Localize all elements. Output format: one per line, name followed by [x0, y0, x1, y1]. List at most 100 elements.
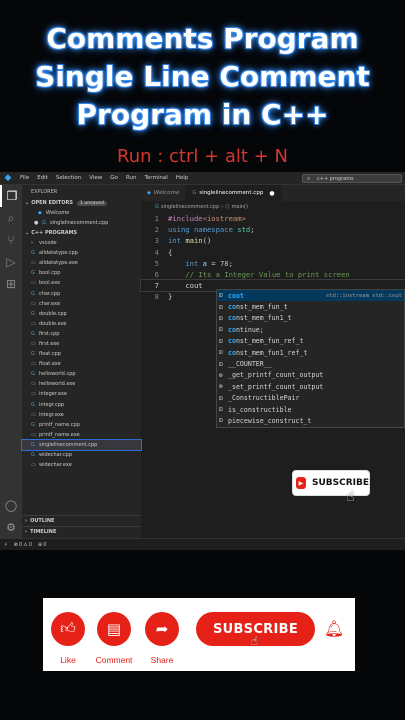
cpp-file-icon: G — [31, 250, 35, 257]
search-icon[interactable]: ⌕ — [0, 207, 22, 229]
explorer-icon[interactable]: ❐ — [0, 185, 22, 207]
menu-go[interactable]: Go — [106, 175, 122, 181]
file-tree-item[interactable]: ▭ first.exe — [22, 339, 141, 349]
run-debug-icon[interactable]: ▷ — [0, 251, 22, 273]
open-editor-welcome[interactable]: ◆ Welcome — [22, 208, 141, 218]
code-line[interactable]: 1 #include <iostream> — [141, 213, 405, 224]
suggestion-item[interactable]: ⊡ const_mem_fun1_t — [217, 313, 404, 324]
line-number: 2 — [154, 225, 159, 235]
suggestion-item[interactable]: ⊡ continue; — [217, 324, 404, 335]
suggestion-item[interactable]: ⊡ __COUNTER__ — [217, 358, 404, 369]
file-name: helloworld.cpp — [39, 371, 76, 378]
suggestion-item[interactable]: ⊡ is_constructible — [217, 404, 404, 415]
explorer-sidebar: EXPLORER ⌄ OPEN EDITORS 1 unsaved ◆ Welc… — [21, 185, 142, 538]
remote-icon[interactable]: ⚡ — [4, 542, 8, 548]
file-tree-item[interactable]: ▭ printf_name.exe — [22, 430, 141, 440]
extensions-icon[interactable]: ⊞ — [0, 273, 22, 295]
symbol-icon: ⊡ — [219, 292, 223, 300]
code-token: namespace — [193, 225, 233, 235]
account-icon[interactable]: ◯ — [0, 494, 22, 516]
suggestion-item[interactable]: ⊡ piecewise_construct_t — [217, 415, 404, 426]
file-tree-item[interactable]: ▭ integr.exe — [22, 410, 141, 420]
file-tree-item[interactable]: Gchar.cpp — [22, 288, 141, 298]
code-line[interactable]: 6 // Its a Integer Value to print screen — [141, 269, 405, 280]
menu-terminal[interactable]: Terminal — [140, 175, 171, 181]
file-tree-item[interactable]: ▭ char.exe — [22, 299, 141, 309]
suggestion-item[interactable]: ⚙ _get_printf_count_output — [217, 370, 404, 381]
code-line[interactable]: 5 int a = 78; — [141, 258, 405, 269]
share-arrow-icon: ➦ — [155, 621, 169, 638]
file-tree-item[interactable]: ▭ integer.exe — [22, 389, 141, 399]
tab-singlelinecomment[interactable]: G singlelinecomment.cpp ● — [186, 185, 282, 201]
folder-section[interactable]: ⌄ C++ PROGRAMS — [22, 228, 141, 238]
menu-run[interactable]: Run — [122, 175, 141, 181]
cpp-file-icon: G — [31, 310, 35, 317]
code-line[interactable]: 3 int main() — [141, 235, 405, 246]
file-tree-item[interactable]: Gintegr.cpp — [22, 400, 141, 410]
tab-welcome[interactable]: ◆ Welcome — [141, 185, 187, 201]
file-name: bool.cpp — [39, 270, 61, 277]
unsaved-badge: 1 unsaved — [77, 200, 107, 206]
command-center-search[interactable]: ⌕ c++ programs — [302, 174, 402, 183]
unsaved-dot-icon[interactable]: ● — [269, 190, 274, 197]
file-tree-item[interactable]: Gfloat.cpp — [22, 349, 141, 359]
code-line[interactable]: 4{ — [141, 247, 405, 258]
file-tree-item[interactable]: ▭ float.exe — [22, 359, 141, 369]
file-tree-item[interactable]: Gwidechar.cpp — [22, 450, 141, 460]
file-tree-item[interactable]: Gsinglelinecomment.cpp — [21, 438, 142, 451]
suggestion-label: _ConstructiblePair — [228, 394, 300, 403]
line-number: 4 — [154, 247, 159, 257]
menu-file[interactable]: File — [16, 175, 33, 181]
breadcrumb-file[interactable]: singlelinecomment.cpp — [161, 204, 219, 210]
like-button[interactable]: 👍︎ — [51, 612, 85, 646]
suggestion-item[interactable]: ⚙ _set_printf_count_output — [217, 381, 404, 392]
problems-indicator[interactable]: ⊗ 0 ⚠ 0 — [14, 542, 32, 548]
open-editors-section[interactable]: ⌄ OPEN EDITORS 1 unsaved — [22, 198, 141, 208]
line-number: 1 — [154, 214, 159, 223]
menu-help[interactable]: Help — [172, 175, 193, 181]
suggestion-item[interactable]: ⊡ const_mem_fun_ref_t — [217, 336, 404, 347]
file-tree-item[interactable]: Gprintf_name.cpp — [22, 420, 141, 430]
file-tree-item[interactable]: Gdouble.cpp — [22, 309, 141, 319]
code-line[interactable]: 2 using namespace std; — [141, 224, 405, 235]
bell-icon[interactable]: 🔔︎ — [324, 619, 344, 639]
menu-view[interactable]: View — [85, 175, 106, 181]
menu-edit[interactable]: Edit — [33, 175, 52, 181]
menu-selection[interactable]: Selection — [52, 175, 85, 181]
file-tree-item[interactable]: Gbool.cpp — [22, 268, 141, 278]
file-tree-item[interactable]: › vscode — [22, 238, 141, 248]
code-token: #include — [168, 214, 203, 223]
file-tree-item[interactable]: Ghelloworld.cpp — [22, 369, 141, 379]
file-name: widechar.exe — [39, 462, 72, 469]
file-tree-item[interactable]: ▭ widechar.exe — [22, 460, 141, 470]
autocomplete-suggest-widget: ⊡ cout std::iostream std::cout ⊡ const_mem_f… — [216, 289, 405, 428]
gear-icon[interactable]: ⚙ — [0, 516, 22, 538]
share-button[interactable]: ➦ — [145, 612, 179, 646]
timeline-section[interactable]: › TIMELINE — [22, 526, 141, 536]
file-tree-item[interactable]: ▭ alldatatype.exe — [22, 258, 141, 268]
tab-label: singlelinecomment.cpp — [199, 190, 264, 196]
suggestion-item[interactable]: ⊡ _ConstructiblePair — [217, 393, 404, 404]
open-editor-singlelinecomment[interactable]: ● G singlelinecomment.cpp — [22, 218, 141, 228]
file-tree-item[interactable]: ▭ helloworld.exe — [22, 379, 141, 389]
suggestion-item[interactable]: ⊡ const_mem_fun_t — [217, 301, 404, 312]
exe-file-icon: ▭ — [31, 431, 36, 438]
outline-section[interactable]: › OUTLINE — [22, 515, 141, 525]
comment-button[interactable]: ▤ — [97, 612, 131, 646]
suggestion-label: _set_printf_count_output — [228, 382, 324, 391]
file-tree-item[interactable]: Galldatatype.cpp — [22, 248, 141, 258]
suggestion-item[interactable]: ⊡ cout std::iostream std::cout — [217, 290, 404, 302]
subscribe-overlay-button[interactable]: ▶ SUBSCRIBE — [293, 471, 369, 495]
exe-file-icon: ▭ — [31, 462, 36, 469]
unsaved-dot-icon[interactable]: ● — [34, 220, 42, 226]
file-tree-item[interactable]: ▭ double.exe — [22, 319, 141, 329]
source-control-icon[interactable]: ⑂ — [0, 229, 22, 251]
suggestion-label: const_mem_fun1_ref_t — [228, 348, 308, 357]
breadcrumb-symbol[interactable]: main() — [232, 204, 248, 210]
suggestion-item[interactable]: ⊡ const_mem_fun1_ref_t — [217, 347, 404, 358]
file-tree-item[interactable]: ▭ bool.exe — [22, 278, 141, 288]
file-tree-item[interactable]: Gfirst.cpp — [22, 329, 141, 339]
ports-indicator[interactable]: ⊕ 0 — [38, 542, 46, 548]
cpp-file-icon: G — [42, 220, 46, 226]
file-name: double.exe — [39, 320, 67, 327]
